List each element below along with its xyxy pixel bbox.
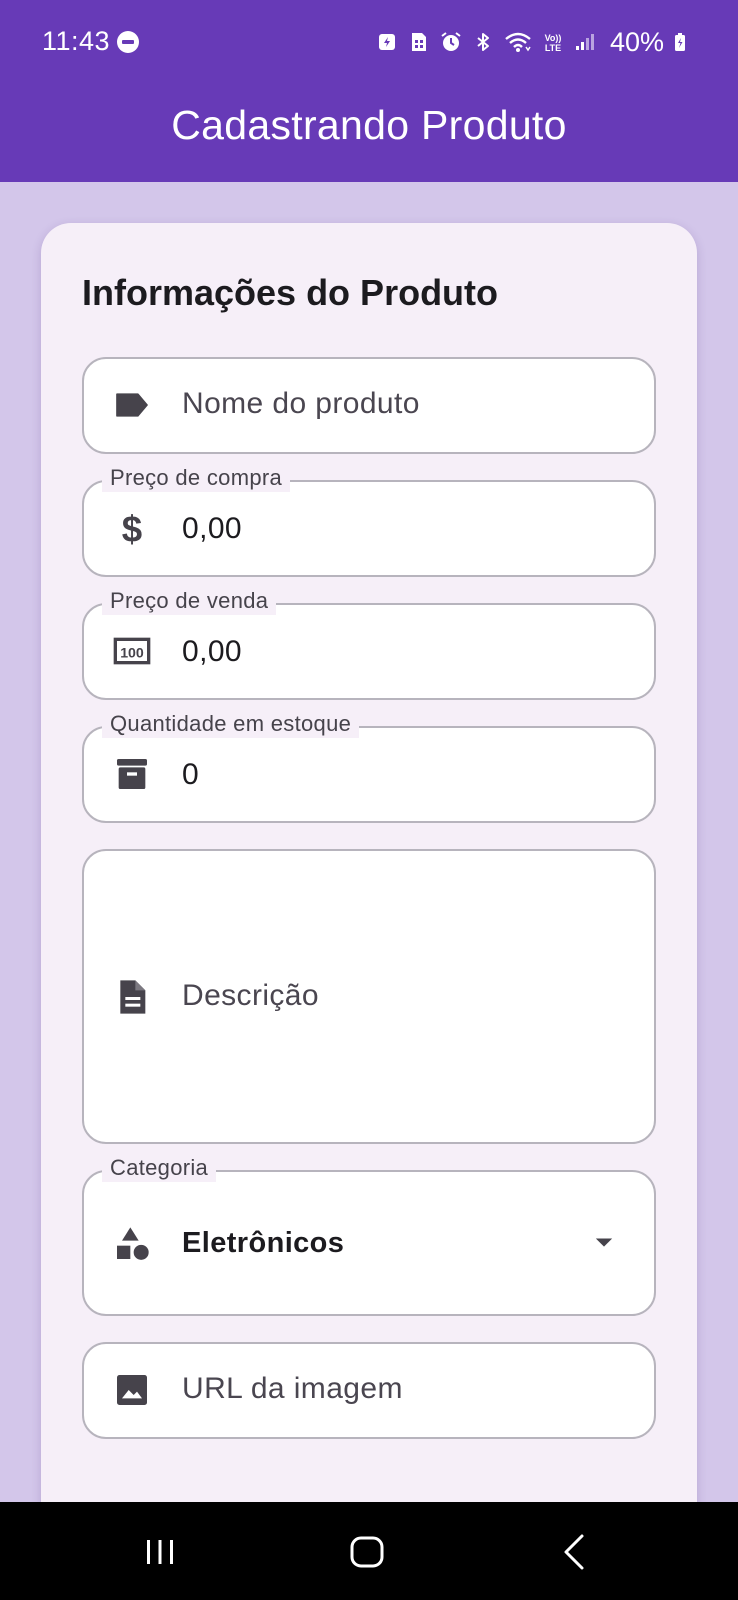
battery-saver-icon bbox=[376, 31, 398, 53]
sale-price-field[interactable]: Preço de venda 100 0,00 bbox=[82, 587, 656, 700]
image-url-field[interactable]: URL da imagem bbox=[82, 1342, 656, 1439]
volte-icon: Vo)) LTE bbox=[542, 31, 564, 53]
battery-percent: 40% bbox=[609, 26, 664, 57]
product-name-input[interactable]: Nome do produto bbox=[182, 387, 420, 421]
purchase-price-input[interactable]: 0,00 bbox=[182, 512, 242, 546]
description-field[interactable]: Descrição bbox=[82, 849, 656, 1144]
svg-text:$: $ bbox=[122, 508, 142, 548]
form-title: Informações do Produto bbox=[82, 272, 499, 313]
stock-quantity-input[interactable]: 0 bbox=[182, 758, 199, 792]
recents-icon[interactable] bbox=[130, 1528, 190, 1576]
svg-text:Vo)): Vo)) bbox=[545, 33, 562, 43]
description-input[interactable]: Descrição bbox=[182, 979, 319, 1013]
status-bar: 11:43 Vo)) LTE 40% bbox=[0, 0, 738, 84]
label-icon bbox=[112, 385, 152, 425]
bluetooth-icon bbox=[472, 31, 494, 53]
image-url-input[interactable]: URL da imagem bbox=[182, 1372, 403, 1406]
home-icon[interactable] bbox=[337, 1528, 397, 1576]
purchase-price-label: Preço de compra bbox=[102, 464, 291, 492]
stock-quantity-label: Quantidade em estoque bbox=[102, 710, 360, 738]
back-icon[interactable] bbox=[544, 1528, 604, 1576]
money-icon: 100 bbox=[112, 631, 152, 671]
stock-quantity-field[interactable]: Quantidade em estoque 0 bbox=[82, 710, 656, 823]
purchase-price-field[interactable]: Preço de compra $ 0,00 bbox=[82, 464, 656, 577]
page-title: Cadastrando Produto bbox=[171, 102, 567, 148]
category-label: Categoria bbox=[102, 1154, 217, 1182]
svg-text:LTE: LTE bbox=[545, 43, 561, 53]
sale-price-input[interactable]: 0,00 bbox=[182, 635, 242, 669]
svg-text:100: 100 bbox=[120, 646, 144, 662]
status-time: 11:43 bbox=[42, 26, 111, 56]
app-bar: Cadastrando Produto bbox=[0, 84, 738, 182]
sale-price-label: Preço de venda bbox=[102, 587, 277, 615]
alarm-icon bbox=[440, 31, 462, 53]
product-name-field[interactable]: Nome do produto bbox=[82, 357, 656, 454]
battery-icon bbox=[674, 32, 686, 52]
image-icon bbox=[112, 1370, 152, 1410]
system-nav-bar bbox=[0, 1502, 738, 1600]
inventory-box-icon bbox=[112, 754, 152, 794]
category-selected-value: Eletrônicos bbox=[182, 1227, 345, 1259]
description-icon bbox=[112, 977, 152, 1017]
dropdown-arrow-icon[interactable] bbox=[590, 1228, 618, 1256]
category-dropdown[interactable]: Categoria Eletrônicos bbox=[82, 1154, 656, 1316]
category-shapes-icon bbox=[112, 1224, 152, 1264]
signal-icon bbox=[574, 31, 596, 53]
wifi-icon bbox=[504, 31, 532, 53]
dollar-icon: $ bbox=[112, 508, 152, 548]
dnd-icon bbox=[117, 31, 139, 53]
status-icons: Vo)) LTE 40% bbox=[376, 26, 686, 58]
sim-icon bbox=[408, 31, 430, 53]
